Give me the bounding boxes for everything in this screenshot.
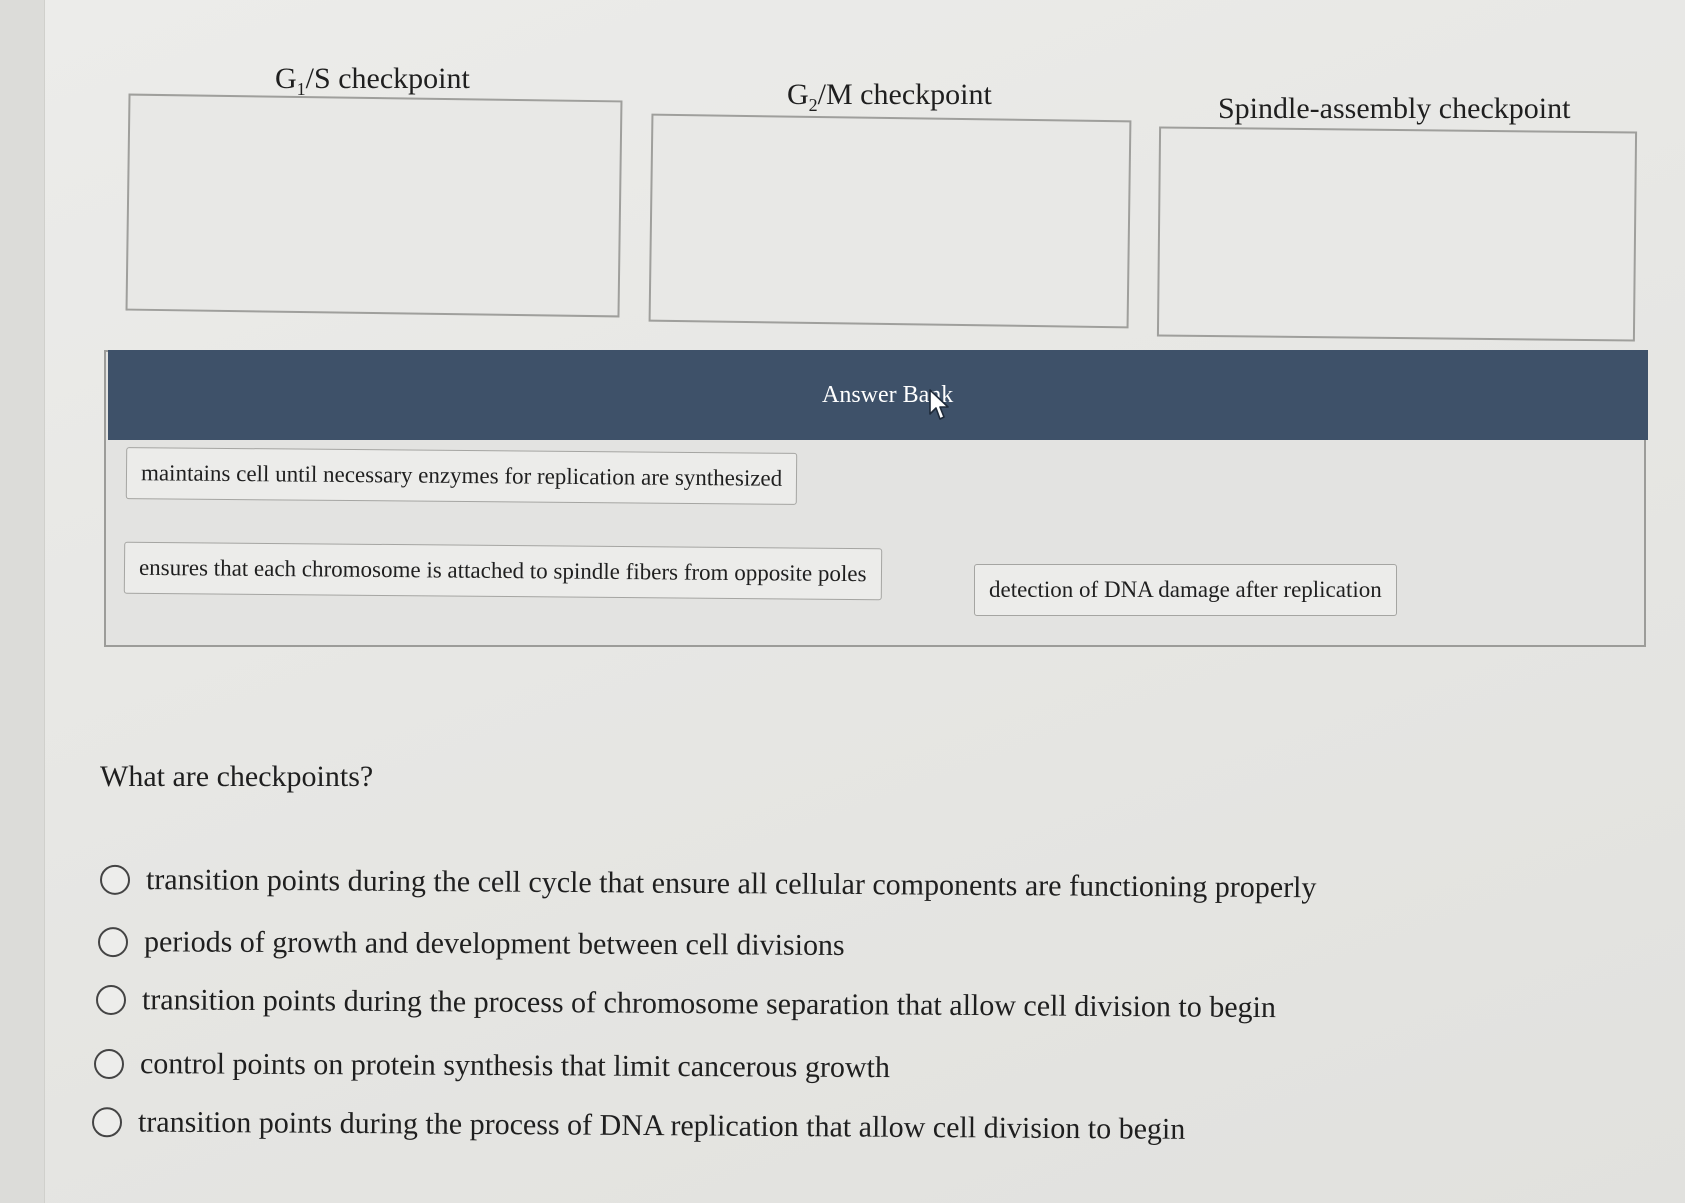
target-label-prefix: G xyxy=(275,62,297,95)
target-label-g1s: G1/S checkpoint xyxy=(275,62,470,100)
radio-button-icon[interactable] xyxy=(91,1107,123,1138)
radio-button-icon[interactable] xyxy=(95,984,127,1016)
radio-button-icon[interactable] xyxy=(93,1048,125,1080)
answer-option-4[interactable]: control points on protein synthesis that… xyxy=(93,1042,890,1090)
radio-button-icon[interactable] xyxy=(99,864,131,895)
answer-option-label: periods of growth and development betwee… xyxy=(143,925,845,962)
drop-zone-g1s[interactable] xyxy=(125,93,623,318)
answer-chip-enzymes[interactable]: maintains cell until necessary enzymes f… xyxy=(125,447,798,505)
mouse-cursor-icon xyxy=(929,389,949,420)
answer-option-5[interactable]: transition points during the process of … xyxy=(91,1100,1186,1152)
answer-chip-spindle-fibers[interactable]: ensures that each chromosome is attached… xyxy=(123,541,882,601)
answer-option-label: control points on protein synthesis that… xyxy=(139,1047,890,1085)
target-label-prefix: G xyxy=(787,78,809,111)
drop-zone-g2m[interactable] xyxy=(648,113,1132,329)
target-label-suffix: /S checkpoint xyxy=(305,62,470,95)
window-edge xyxy=(0,0,45,1203)
answer-option-label: transition points during the cell cycle … xyxy=(145,863,1317,905)
answer-option-1[interactable]: transition points during the cell cycle … xyxy=(99,858,1317,910)
answer-option-label: transition points during the process of … xyxy=(141,983,1277,1025)
target-label-g2m: G2/M checkpoint xyxy=(787,78,992,116)
target-label-spindle: Spindle-assembly checkpoint xyxy=(1218,92,1570,126)
answer-option-2[interactable]: periods of growth and development betwee… xyxy=(97,920,845,968)
answer-option-3[interactable]: transition points during the process of … xyxy=(95,978,1277,1030)
target-label-text: Spindle-assembly checkpoint xyxy=(1218,92,1571,125)
drop-zone-spindle[interactable] xyxy=(1156,126,1638,342)
answer-chip-dna-damage[interactable]: detection of DNA damage after replicatio… xyxy=(974,564,1397,616)
radio-button-icon[interactable] xyxy=(97,927,129,958)
answer-option-label: transition points during the process of … xyxy=(137,1105,1186,1146)
target-label-subscript: 2 xyxy=(808,95,818,115)
target-label-suffix: /M checkpoint xyxy=(817,78,992,111)
question-text: What are checkpoints? xyxy=(100,760,374,793)
